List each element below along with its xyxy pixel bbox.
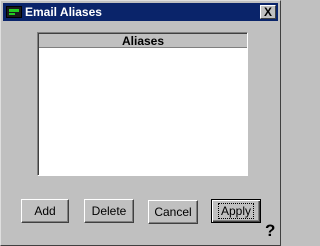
delete-button[interactable]: Delete bbox=[84, 199, 134, 223]
app-icon bbox=[6, 6, 22, 18]
help-icon[interactable]: ? bbox=[265, 222, 275, 239]
aliases-listbox[interactable]: Aliases bbox=[37, 32, 248, 176]
email-aliases-dialog: Email Aliases X Aliases Add Delete Cance… bbox=[0, 0, 281, 246]
add-button[interactable]: Add bbox=[21, 199, 69, 223]
title-bar[interactable]: Email Aliases X bbox=[3, 3, 278, 21]
close-button[interactable]: X bbox=[260, 5, 276, 19]
apply-button-label: Apply bbox=[217, 203, 255, 219]
cancel-button[interactable]: Cancel bbox=[148, 200, 198, 224]
apply-button[interactable]: Apply bbox=[211, 199, 261, 223]
window-title: Email Aliases bbox=[25, 5, 102, 19]
aliases-column-header[interactable]: Aliases bbox=[39, 34, 247, 48]
close-icon: X bbox=[263, 5, 272, 19]
